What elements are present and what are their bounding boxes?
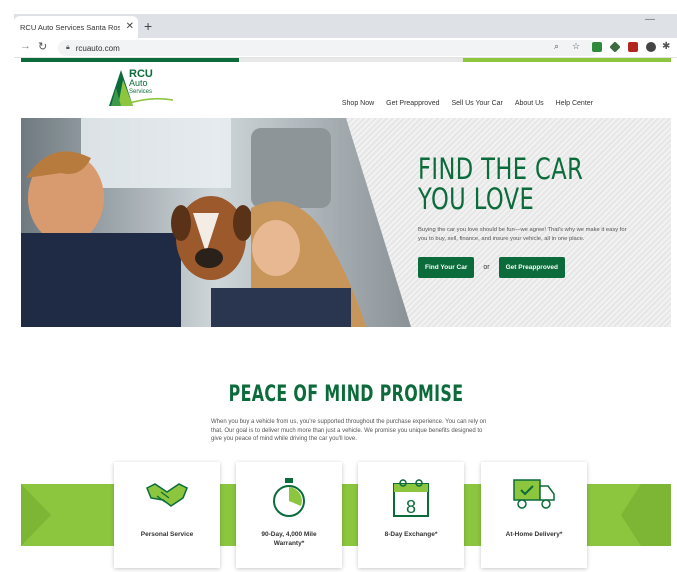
benefit-label: At-Home Delivery* [505,531,563,538]
browser-tabstrip: RCU Auto Services Santa Rosa Ca ✕ + — [14,14,677,38]
benefit-label: 90-Day, 4,000 Mile Warranty* [261,531,317,547]
top-accent-bar-dark [21,58,239,62]
address-bar[interactable]: 🔒︎ rcuauto.com [58,40,598,56]
nav-shop-now[interactable]: Shop Now [342,100,374,107]
benefit-card-delivery[interactable]: At-Home Delivery* [481,462,587,568]
hero-banner: FIND THE CAR YOU LOVE Buying the car you… [21,118,671,327]
new-tab-button[interactable]: + [144,16,152,36]
nav-help-center[interactable]: Help Center [556,100,593,107]
nav-sell-us-your-car[interactable]: Sell Us Your Car [451,100,502,107]
window-minimize-icon[interactable]: — [645,14,655,25]
webpage: RCU Auto Services Shop Now Get Preapprov… [21,58,671,572]
hero-title-line1: FIND THE CAR [418,152,584,186]
zoom-icon[interactable]: ⌕ [554,41,559,52]
benefit-label: 8-Day Exchange* [384,531,438,538]
nav-get-preapproved[interactable]: Get Preapproved [386,100,439,107]
main-navigation: Shop Now Get Preapproved Sell Us Your Ca… [342,100,593,107]
reload-icon[interactable]: ↻ [38,40,47,53]
benefit-card-personal-service[interactable]: Personal Service [114,462,220,568]
hero-photo-kids-with-dog [21,118,411,327]
extensions-puzzle-icon[interactable]: ✱ [662,41,670,52]
hero-buttons: Find Your Car or Get Preapproved [418,257,638,278]
hero-title-line2: YOU LOVE [418,182,535,216]
extension-pen-icon[interactable] [609,41,621,53]
logo-text: RCU Auto Services [129,69,153,97]
calendar-icon: 8 [393,479,429,517]
lock-icon: 🔒︎ [66,44,70,51]
nav-about-us[interactable]: About Us [515,100,544,107]
tab-close-icon[interactable]: ✕ [126,21,134,32]
top-accent-bar-light [239,58,463,62]
benefit-label: Personal Service [140,531,194,538]
browser-toolbar: → ↻ 🔒︎ rcuauto.com ⌕ ☆ ✱ [14,38,677,58]
rcu-logo[interactable]: RCU Auto Services [109,69,179,110]
delivery-truck-icon [513,479,555,509]
bookmark-star-icon[interactable]: ☆ [572,41,580,52]
svg-text:8: 8 [406,497,416,517]
tab-title: RCU Auto Services Santa Rosa Ca [20,22,120,32]
extension-pdf-icon[interactable] [628,42,638,52]
extension-green-icon[interactable] [592,42,602,52]
logo-auto: Auto [129,78,148,88]
hero-description: Buying the car you love should be fun—we… [418,227,627,242]
top-accent-bar-green [463,58,671,62]
hero-copy: FIND THE CAR YOU LOVE Buying the car you… [418,154,638,278]
or-text: or [483,264,490,271]
find-your-car-button[interactable]: Find Your Car [418,257,475,278]
url-text: rcuauto.com [75,43,120,53]
logo-swoosh-icon [126,97,174,105]
forward-arrow-icon[interactable]: → [20,40,31,52]
benefit-card-exchange[interactable]: 8 8-Day Exchange* [358,462,464,568]
promise-text: When you buy a vehicle from us, you're s… [211,419,487,442]
get-preapproved-button[interactable]: Get Preapproved [498,257,565,278]
benefit-card-warranty[interactable]: 90-Day, 4,000 Mile Warranty* [236,462,342,568]
benefit-cards: Personal Service 90-Day, 4,000 Mile Warr… [21,462,671,572]
promise-title: PEACE OF MIND PROMISE [228,382,464,407]
extension-circle-icon[interactable] [646,42,656,52]
handshake-icon [146,483,188,507]
browser-tab[interactable]: RCU Auto Services Santa Rosa Ca ✕ [14,16,138,38]
stopwatch-icon [273,478,305,517]
